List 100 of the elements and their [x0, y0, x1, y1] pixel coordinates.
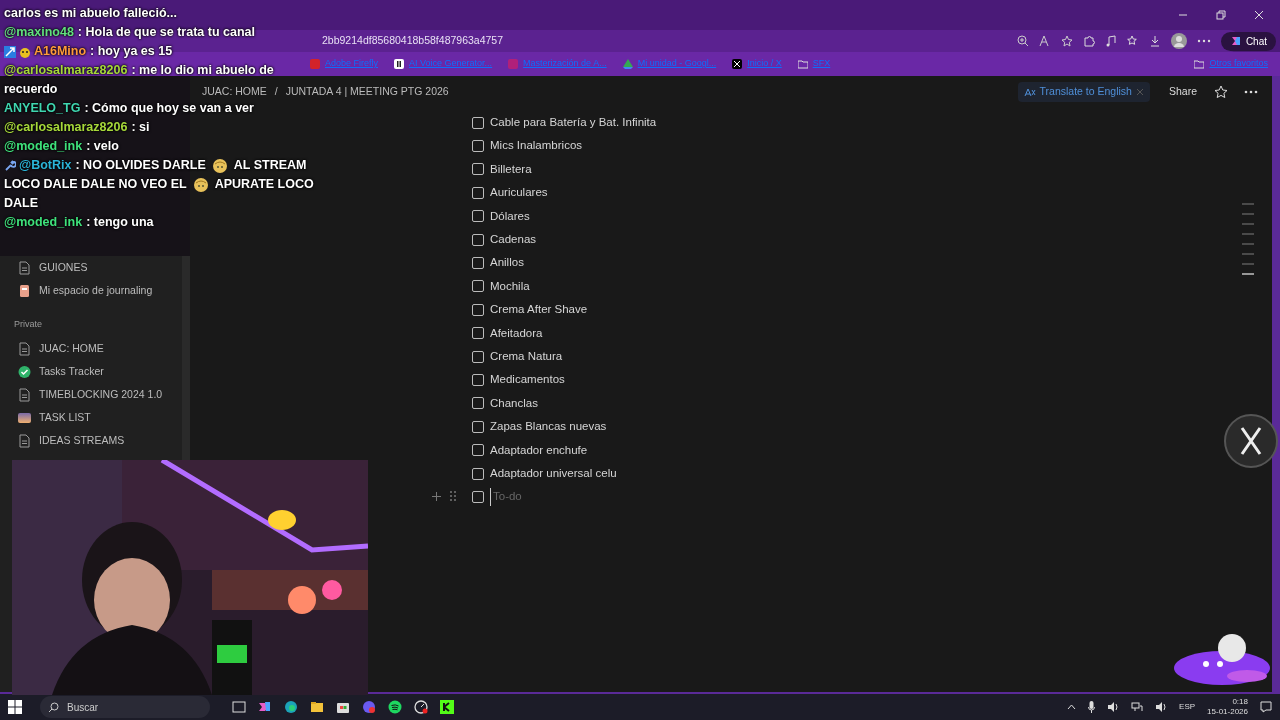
chat-username[interactable]: @moded_ink	[4, 139, 83, 154]
checkbox[interactable]	[472, 257, 484, 270]
music-icon[interactable]	[1104, 35, 1117, 47]
chat-username[interactable]: @carlosalmaraz8206	[4, 63, 128, 78]
checkbox[interactable]	[472, 163, 484, 176]
checkbox[interactable]	[472, 116, 484, 129]
folder-icon[interactable]	[310, 700, 324, 714]
chevron-up-icon[interactable]	[1067, 704, 1077, 710]
todo-label: Crema Natura	[490, 348, 563, 364]
chat-username[interactable]: ANYELO_TG	[4, 101, 81, 116]
drive-icon	[622, 59, 633, 69]
chat-message: : hoy ya es 15	[90, 44, 173, 59]
chat-message: : Hola de que se trata tu canal	[77, 25, 255, 40]
todo-input[interactable]: To-do	[490, 488, 580, 506]
checkbox[interactable]	[472, 467, 484, 480]
address-field[interactable]: 2bb9214df85680418b58f487963a4757	[322, 33, 504, 49]
sidebar-item[interactable]: IDEAS STREAMS	[0, 429, 182, 453]
sidebar-item[interactable]: TIMEBLOCKING 2024 1.0	[0, 383, 182, 407]
chat-button[interactable]: Chat	[1220, 31, 1276, 51]
creature-icon	[19, 45, 31, 58]
zoom-icon[interactable]	[1016, 35, 1029, 47]
copilot-icon[interactable]	[258, 700, 272, 714]
chat-username[interactable]: A16Mino	[34, 44, 87, 59]
chat-username[interactable]: @carlosalmaraz8206	[4, 120, 128, 135]
checkbox[interactable]	[472, 444, 484, 457]
app-icon[interactable]	[362, 700, 376, 714]
puzzle-icon[interactable]	[1082, 35, 1095, 47]
checkbox[interactable]	[472, 420, 484, 433]
speaker-icon[interactable]	[1155, 702, 1168, 712]
microphone-icon[interactable]	[1088, 701, 1096, 713]
x-badge-icon[interactable]	[1224, 414, 1278, 468]
download-icon[interactable]	[1148, 35, 1161, 47]
chat-username[interactable]: @maxino48	[4, 25, 74, 40]
dial-icon[interactable]	[414, 700, 428, 714]
more-icon[interactable]	[1196, 39, 1211, 43]
chat-username[interactable]: @moded_ink	[4, 215, 83, 230]
copilot-icon	[1229, 35, 1242, 47]
checkbox[interactable]	[472, 280, 484, 293]
sidebar-item[interactable]: GUIONES	[0, 256, 182, 279]
favorites-icon[interactable]	[1126, 35, 1139, 47]
checkbox[interactable]	[472, 327, 484, 340]
translate-icon	[1023, 87, 1036, 97]
share-button[interactable]: Share	[1167, 83, 1198, 101]
chat-message: : tengo una	[86, 215, 154, 230]
folder-icon	[1194, 59, 1205, 69]
search-field[interactable]: Buscar	[40, 696, 210, 718]
sidebar-item[interactable]: Mi espacio de journaling	[0, 279, 182, 302]
breadcrumb-link[interactable]: JUAC: HOME	[202, 84, 267, 100]
clock-date[interactable]: 15-01-2026	[1207, 707, 1248, 717]
chat-message: AL STREAM	[233, 158, 307, 173]
chat-message: : me lo dio mi abuelo de	[131, 63, 274, 78]
restore-icon[interactable]	[1216, 10, 1226, 20]
read-aloud-icon[interactable]	[1038, 35, 1051, 47]
todo-label: Billetera	[490, 161, 532, 177]
checkbox[interactable]	[472, 233, 484, 246]
todo-label: Medicamentos	[490, 372, 565, 388]
drag-handle-icon[interactable]	[450, 491, 456, 502]
sidebar-item[interactable]: TASK LIST	[0, 406, 182, 430]
clock-time[interactable]: 0:18	[1232, 697, 1248, 707]
pause-icon	[394, 59, 405, 69]
more-icon[interactable]	[1244, 90, 1258, 94]
chat-message: : NO OLVIDES DARLE	[75, 158, 206, 173]
sidebar-item[interactable]: Tasks Tracker	[0, 360, 182, 384]
checkbox[interactable]	[472, 303, 484, 316]
network-icon[interactable]	[1131, 702, 1144, 712]
search-icon	[48, 701, 59, 713]
todo-label: Mics Inalambricos	[490, 138, 583, 154]
checkbox[interactable]	[472, 397, 484, 410]
speaker-icon[interactable]	[1107, 702, 1120, 712]
notebook-icon	[18, 283, 31, 298]
chat-message: : si	[131, 120, 150, 135]
checkbox[interactable]	[472, 186, 484, 199]
spotify-icon[interactable]	[388, 700, 402, 714]
windows-icon[interactable]	[8, 700, 22, 714]
gradient-icon	[18, 411, 31, 425]
star-icon[interactable]	[1060, 35, 1073, 47]
checkbox[interactable]	[472, 140, 484, 153]
checkbox[interactable]	[472, 210, 484, 223]
chat-message: APURATE LOCO	[214, 177, 314, 192]
language-indicator[interactable]: ESP	[1179, 701, 1196, 713]
star-icon[interactable]	[1214, 85, 1228, 99]
page-icon	[18, 342, 31, 356]
breadcrumb-link[interactable]: JUNTADA 4 | MEETING PTG 2026	[285, 84, 449, 100]
checkbox[interactable]	[472, 350, 484, 363]
sidebar-item[interactable]: JUAC: HOME	[0, 337, 182, 361]
todo-label: Auriculares	[490, 185, 548, 201]
avatar-icon[interactable]	[1170, 33, 1187, 49]
todo-label: Cable para Batería y Bat. Infinita	[490, 115, 657, 131]
checkbox[interactable]	[472, 490, 484, 503]
task-view-icon[interactable]	[232, 700, 246, 714]
add-icon[interactable]	[432, 492, 441, 502]
page-icon	[18, 388, 31, 402]
store-icon[interactable]	[336, 700, 350, 714]
todo-label: Anillos	[490, 255, 524, 271]
page-icon	[18, 260, 31, 275]
checkbox[interactable]	[472, 374, 484, 386]
translate-button[interactable]: Translate to English	[1017, 82, 1150, 102]
browser-icon[interactable]	[284, 700, 298, 714]
notification-icon[interactable]	[1260, 701, 1272, 713]
chat-username[interactable]: @BotRix	[19, 158, 72, 173]
